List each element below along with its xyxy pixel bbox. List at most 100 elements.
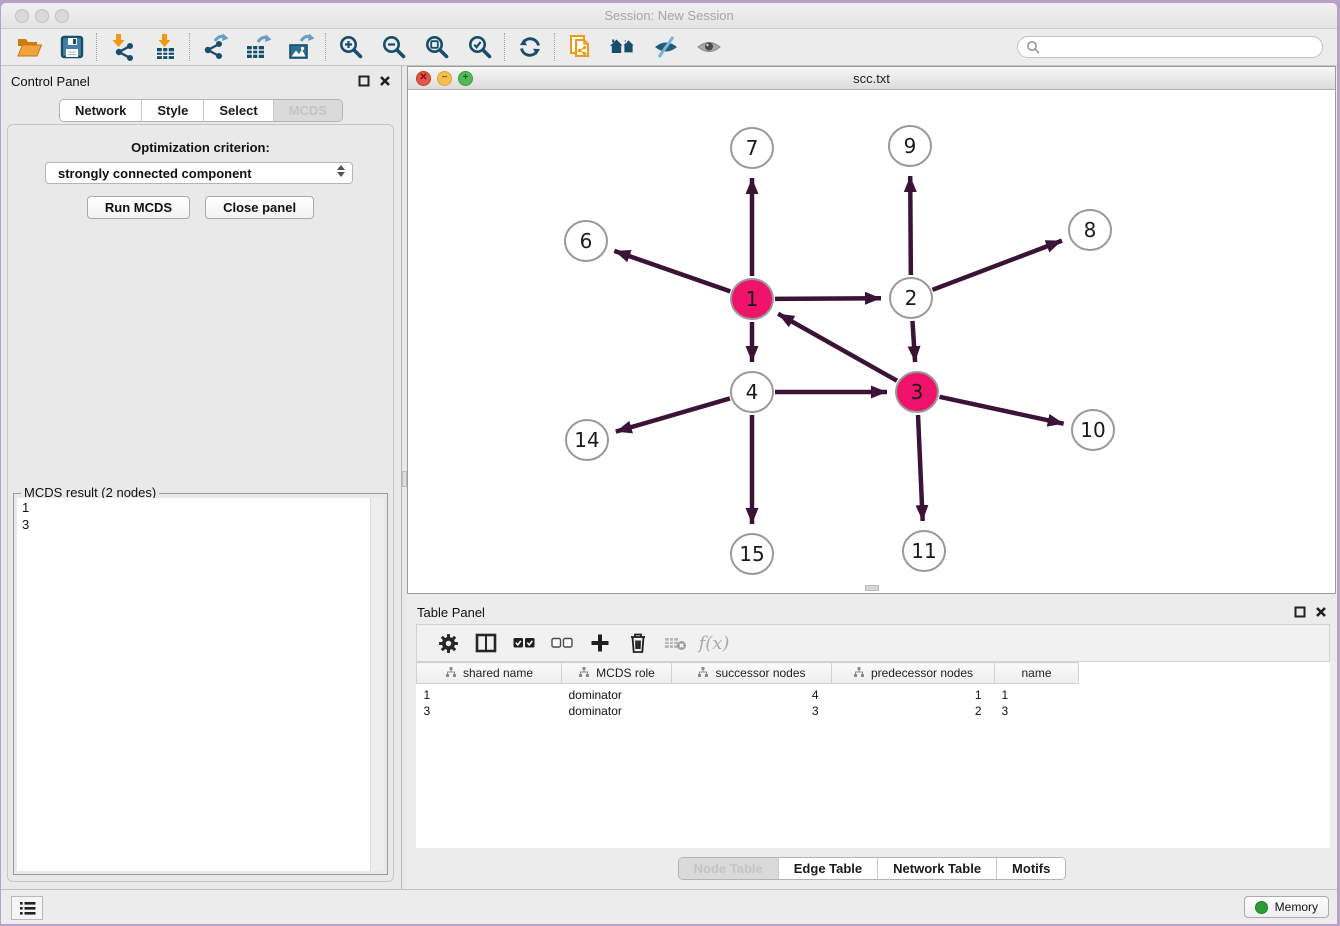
column-header-successor-nodes[interactable]: successor nodes: [672, 663, 832, 684]
column-label: shared name: [463, 666, 533, 680]
criterion-dropdown[interactable]: strongly connected component: [45, 162, 353, 184]
control-panel-tab-bar: NetworkStyleSelectMCDS: [59, 99, 343, 122]
table-cell[interactable]: 3: [995, 703, 1079, 719]
table-row[interactable]: 1dominator411: [417, 684, 1331, 704]
save-icon[interactable]: [50, 31, 93, 63]
tree-icon: [445, 666, 457, 681]
toolbar-separator: [325, 33, 326, 61]
import-table-icon[interactable]: [143, 31, 186, 63]
graph-edge-1-2[interactable]: [775, 298, 881, 299]
close-panel-button[interactable]: Close panel: [205, 196, 314, 219]
refresh-icon[interactable]: [508, 31, 551, 63]
fx-label: f(x): [699, 633, 730, 654]
eye-icon[interactable]: [687, 31, 730, 63]
search-box[interactable]: [1017, 36, 1323, 58]
export-network-icon[interactable]: [193, 31, 236, 63]
import-network-icon[interactable]: [100, 31, 143, 63]
mcds-panel: Optimization criterion: strongly connect…: [7, 124, 394, 882]
mcds-result-area[interactable]: 13: [17, 498, 384, 871]
zoom-out-icon[interactable]: [372, 31, 415, 63]
tab-network-table[interactable]: Network Table: [878, 858, 997, 879]
network-graph[interactable]: 7968124314101511: [408, 90, 1335, 593]
search-input[interactable]: [1045, 39, 1314, 55]
table-cell[interactable]: 1: [417, 684, 562, 704]
control-panel-title: Control Panel: [11, 74, 90, 89]
optimization-criterion-label: Optimization criterion:: [8, 140, 393, 155]
table-row[interactable]: 3dominator323: [417, 703, 1331, 719]
tab-style[interactable]: Style: [142, 100, 204, 121]
graph-edge-1-6[interactable]: [614, 251, 730, 292]
main-toolbar: [1, 29, 1337, 66]
column-header-shared-name[interactable]: shared name: [417, 663, 562, 684]
table-cell[interactable]: 1: [832, 684, 995, 704]
tree-icon: [578, 666, 590, 681]
table-cell[interactable]: 4: [672, 684, 832, 704]
float-panel-icon[interactable]: [1294, 606, 1306, 618]
export-image-icon[interactable]: [279, 31, 322, 63]
open-folder-icon[interactable]: [7, 31, 50, 63]
unchecked-boxes-icon[interactable]: [543, 628, 581, 658]
network-canvas[interactable]: 7968124314101511: [408, 90, 1335, 593]
graph-edge-2-8[interactable]: [933, 241, 1062, 290]
graph-node-label-1: 1: [746, 287, 759, 311]
table-cell[interactable]: 3: [672, 703, 832, 719]
delete-table-icon[interactable]: [657, 628, 695, 658]
column-header-name[interactable]: name: [995, 663, 1079, 684]
network-resize-grip[interactable]: [865, 585, 879, 591]
plus-icon[interactable]: [581, 628, 619, 658]
column-split-icon[interactable]: [467, 628, 505, 658]
graph-node-label-15: 15: [739, 542, 764, 566]
graph-edge-2-9[interactable]: [910, 176, 911, 275]
table-cell[interactable]: 1: [995, 684, 1079, 704]
toolbar-separator: [189, 33, 190, 61]
tab-node-table[interactable]: Node Table: [679, 858, 779, 879]
table-cell[interactable]: 2: [832, 703, 995, 719]
table-cell[interactable]: 3: [417, 703, 562, 719]
run-mcds-button[interactable]: Run MCDS: [87, 196, 190, 219]
graph-edge-3-11[interactable]: [918, 415, 923, 521]
table-cell[interactable]: dominator: [562, 703, 672, 719]
tab-network[interactable]: Network: [60, 100, 142, 121]
gear-icon[interactable]: [429, 628, 467, 658]
close-panel-icon[interactable]: [379, 75, 391, 87]
table-panel: Table Panel: [407, 597, 1337, 890]
criterion-dropdown-value: strongly connected component: [58, 166, 252, 181]
graph-node-label-8: 8: [1084, 218, 1097, 242]
task-list-button[interactable]: [11, 896, 43, 920]
result-line: 3: [17, 516, 384, 533]
zoom-selected-icon[interactable]: [458, 31, 501, 63]
result-scrollbar[interactable]: [370, 498, 384, 871]
zoom-fit-icon[interactable]: [415, 31, 458, 63]
houses-icon[interactable]: [601, 31, 644, 63]
trash-icon[interactable]: [619, 628, 657, 658]
graph-node-label-10: 10: [1080, 418, 1105, 442]
column-header-predecessor-nodes[interactable]: predecessor nodes: [832, 663, 995, 684]
graph-edge-3-1[interactable]: [778, 314, 897, 381]
clone-network-icon[interactable]: [558, 31, 601, 63]
memory-button[interactable]: Memory: [1244, 896, 1329, 918]
graph-edge-3-10[interactable]: [939, 397, 1063, 424]
titlebar: Session: New Session: [1, 3, 1337, 29]
tab-motifs[interactable]: Motifs: [997, 858, 1065, 879]
node-table[interactable]: shared name MCDS rolesuccessor nodesprede…: [416, 662, 1330, 848]
graph-node-label-14: 14: [574, 428, 599, 452]
zoom-in-icon[interactable]: [329, 31, 372, 63]
float-panel-icon[interactable]: [358, 75, 370, 87]
function-icon[interactable]: f(x): [695, 628, 733, 658]
eye-slash-icon[interactable]: [644, 31, 687, 63]
list-icon: [19, 901, 36, 916]
table-cell[interactable]: dominator: [562, 684, 672, 704]
close-panel-icon[interactable]: [1315, 606, 1327, 618]
tab-mcds[interactable]: MCDS: [274, 100, 342, 121]
status-bar: Memory: [1, 889, 1337, 924]
tab-select[interactable]: Select: [204, 100, 273, 121]
network-window-titlebar[interactable]: ✕ − + scc.txt: [408, 67, 1335, 90]
app-window: Session: New Session: [1, 3, 1337, 924]
graph-node-label-6: 6: [580, 229, 593, 253]
graph-edge-4-14[interactable]: [616, 398, 730, 431]
export-table-icon[interactable]: [236, 31, 279, 63]
graph-edge-2-3[interactable]: [912, 321, 915, 362]
column-header-mcds-role[interactable]: MCDS role: [562, 663, 672, 684]
checked-boxes-icon[interactable]: [505, 628, 543, 658]
tab-edge-table[interactable]: Edge Table: [779, 858, 878, 879]
